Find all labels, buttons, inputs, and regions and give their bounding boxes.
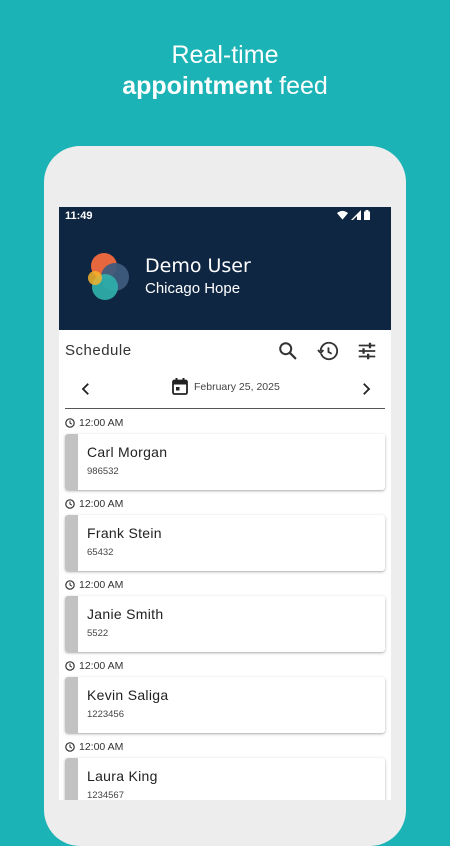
patient-name: Laura King	[87, 768, 158, 784]
appointment-time: 12:00 AM	[79, 498, 124, 510]
appointment-card[interactable]: Kevin Saliga 1223456	[65, 677, 385, 733]
appointment-card[interactable]: Carl Morgan 986532	[65, 434, 385, 490]
filter-icon[interactable]	[356, 340, 378, 362]
app-screen: 11:49 Demo User Chicago Hope Schedule Fe…	[59, 207, 391, 800]
appointment-time-row: 12:00 AM	[65, 579, 123, 591]
promo-line-1: Real-time	[171, 41, 279, 69]
status-bar-indicator	[65, 515, 78, 571]
calendar-icon	[172, 378, 188, 395]
patient-id: 1223456	[87, 709, 124, 720]
clock-icon	[65, 580, 75, 590]
next-day-button[interactable]	[357, 380, 375, 398]
promo-line-2: appointment feed	[0, 71, 450, 102]
status-bar-indicator	[65, 677, 78, 733]
appointment-time: 12:00 AM	[79, 579, 124, 591]
appointment-time-row: 12:00 AM	[65, 660, 123, 672]
appointment-entry: 12:00 AM Carl Morgan 986532	[59, 417, 391, 498]
clock-icon	[65, 661, 75, 671]
appointment-time: 12:00 AM	[79, 741, 124, 753]
appointment-entry: 12:00 AM Janie Smith 5522	[59, 579, 391, 660]
appointment-entry: 12:00 AM Kevin Saliga 1223456	[59, 660, 391, 741]
patient-id: 1234567	[87, 790, 124, 800]
organization-name: Chicago Hope	[145, 280, 241, 297]
status-time: 11:49	[65, 210, 93, 222]
patient-name: Carl Morgan	[87, 444, 168, 460]
battery-icon	[364, 210, 370, 220]
organization-logo	[88, 253, 129, 300]
clock-icon	[65, 418, 75, 428]
patient-name: Kevin Saliga	[87, 687, 169, 703]
patient-id: 986532	[87, 466, 119, 477]
appointment-time-row: 12:00 AM	[65, 417, 123, 429]
appointment-card[interactable]: Laura King 1234567	[65, 758, 385, 800]
appointment-time: 12:00 AM	[79, 417, 124, 429]
clock-icon	[65, 742, 75, 752]
appointment-time-row: 12:00 AM	[65, 498, 123, 510]
status-bar-indicator	[65, 434, 78, 490]
appointment-entry: 12:00 AM Laura King 1234567	[59, 741, 391, 800]
patient-id: 65432	[87, 547, 114, 558]
appointment-time: 12:00 AM	[79, 660, 124, 672]
user-name: Demo User	[145, 255, 251, 277]
status-bar-indicator	[65, 596, 78, 652]
search-icon[interactable]	[277, 340, 299, 362]
cell-signal-icon	[351, 210, 361, 220]
previous-day-button[interactable]	[77, 380, 95, 398]
history-icon[interactable]	[317, 340, 339, 362]
clock-icon	[65, 499, 75, 509]
date-navigator: February 25, 2025	[65, 370, 385, 409]
appointment-card[interactable]: Janie Smith 5522	[65, 596, 385, 652]
promo-headline: Real-time appointment feed	[0, 40, 450, 102]
wifi-icon	[337, 210, 348, 220]
patient-id: 5522	[87, 628, 109, 639]
promo-emphasis: appointment	[122, 72, 273, 100]
appointment-entry: 12:00 AM Frank Stein 65432	[59, 498, 391, 579]
appointment-card[interactable]: Frank Stein 65432	[65, 515, 385, 571]
status-icons	[337, 210, 370, 220]
app-header: 11:49 Demo User Chicago Hope	[59, 207, 391, 330]
status-bar-indicator	[65, 758, 78, 800]
date-selector[interactable]: February 25, 2025	[172, 378, 280, 395]
current-date: February 25, 2025	[194, 380, 280, 393]
patient-name: Janie Smith	[87, 606, 164, 622]
appointment-time-row: 12:00 AM	[65, 741, 123, 753]
promo-line-2-rest: feed	[272, 72, 328, 100]
patient-name: Frank Stein	[87, 525, 162, 541]
page-title: Schedule	[65, 342, 132, 359]
schedule-toolbar: Schedule	[59, 330, 391, 370]
status-bar: 11:49	[59, 207, 391, 225]
